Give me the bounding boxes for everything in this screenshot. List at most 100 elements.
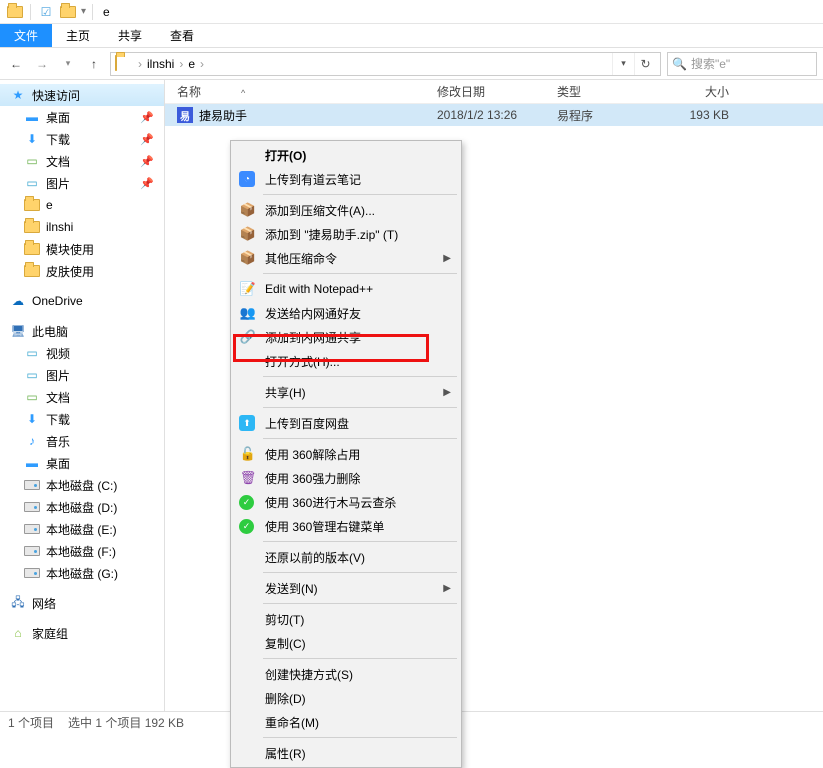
window-title: e — [103, 5, 110, 19]
menu-copy[interactable]: 复制(C) — [233, 631, 459, 655]
back-button[interactable]: ← — [6, 54, 26, 74]
menu-notepad[interactable]: 📝Edit with Notepad++ — [233, 277, 459, 301]
status-selection: 选中 1 个项目 192 KB — [68, 714, 184, 731]
sidebar-documents-2[interactable]: ▭文档 — [0, 386, 164, 408]
menu-shortcut[interactable]: 创建快捷方式(S) — [233, 662, 459, 686]
menu-rename[interactable]: 重命名(M) — [233, 710, 459, 734]
sidebar-downloads-2[interactable]: ⬇下载 — [0, 408, 164, 430]
menu-send-to[interactable]: 发送到(N)▶ — [233, 576, 459, 600]
sidebar-drive-g[interactable]: 本地磁盘 (G:) — [0, 562, 164, 584]
folder-icon[interactable] — [60, 4, 76, 20]
sidebar-drive-e[interactable]: 本地磁盘 (E:) — [0, 518, 164, 540]
sidebar-folder-ilnshi[interactable]: ilnshi — [0, 216, 164, 238]
sidebar-onedrive[interactable]: ☁OneDrive — [0, 290, 164, 312]
sidebar-quick-access[interactable]: ★快速访问 — [0, 84, 164, 106]
col-type[interactable]: 类型 — [545, 83, 655, 100]
file-date-cell: 2018/1/2 13:26 — [425, 108, 545, 122]
menu-360-scan[interactable]: ✓使用 360进行木马云查杀 — [233, 490, 459, 514]
breadcrumb-item[interactable]: ilnshi — [145, 57, 176, 71]
column-headers[interactable]: 名称^ 修改日期 类型 大小 — [165, 80, 823, 104]
breadcrumb-item[interactable]: e — [186, 57, 197, 71]
pin-icon: 📌 — [140, 177, 154, 190]
360-icon: ✓ — [239, 519, 254, 534]
pin-icon: 📌 — [140, 111, 154, 124]
sidebar-pictures-2[interactable]: ▭图片 — [0, 364, 164, 386]
network-icon: 🖧 — [10, 595, 26, 611]
menu-add-archive[interactable]: 📦添加到压缩文件(A)... — [233, 198, 459, 222]
titlebar: ☑ ▾ e — [0, 0, 823, 24]
picture-icon: ▭ — [24, 175, 40, 191]
chevron-right-icon[interactable]: › — [197, 57, 207, 71]
sidebar-folder-e[interactable]: e — [0, 194, 164, 216]
sidebar-drive-c[interactable]: 本地磁盘 (C:) — [0, 474, 164, 496]
qat-properties-icon[interactable]: ☑ — [38, 4, 54, 20]
menu-youdao[interactable]: ◔上传到有道云笔记 — [233, 167, 459, 191]
menu-delete[interactable]: 删除(D) — [233, 686, 459, 710]
sidebar-homegroup[interactable]: ⌂家庭组 — [0, 622, 164, 644]
tab-share[interactable]: 共享 — [104, 24, 156, 47]
folder-icon — [115, 56, 131, 72]
share-icon: 🔗 — [239, 328, 257, 346]
tab-file[interactable]: 文件 — [0, 24, 52, 47]
chevron-right-icon[interactable]: › — [176, 57, 186, 71]
download-icon: ⬇ — [24, 131, 40, 147]
sidebar-folder-mod[interactable]: 模块使用 — [0, 238, 164, 260]
tab-home[interactable]: 主页 — [52, 24, 104, 47]
col-size[interactable]: 大小 — [655, 83, 745, 100]
sidebar-downloads[interactable]: ⬇下载📌 — [0, 128, 164, 150]
col-name[interactable]: 名称^ — [165, 83, 425, 100]
sidebar-videos[interactable]: ▭视频 — [0, 342, 164, 364]
menu-other-compress[interactable]: 📦其他压缩命令▶ — [233, 246, 459, 270]
menu-add-intranet[interactable]: 🔗添加到内网通共享 — [233, 325, 459, 349]
sidebar-documents[interactable]: ▭文档📌 — [0, 150, 164, 172]
search-input[interactable]: 🔍 搜索"e" — [667, 52, 817, 76]
col-date[interactable]: 修改日期 — [425, 83, 545, 100]
menu-360-rmenu[interactable]: ✓使用 360管理右键菜单 — [233, 514, 459, 538]
menu-360-delete[interactable]: 🗑使用 360强力删除 — [233, 466, 459, 490]
file-size-cell: 193 KB — [655, 108, 745, 122]
folder-icon — [24, 263, 40, 279]
file-row[interactable]: 易 捷易助手 2018/1/2 13:26 易程序 193 KB — [165, 104, 823, 126]
notepad-icon: 📝 — [239, 280, 257, 298]
file-name-cell: 易 捷易助手 — [165, 107, 425, 124]
sidebar-pictures[interactable]: ▭图片📌 — [0, 172, 164, 194]
forward-button[interactable]: → — [32, 54, 52, 74]
chevron-right-icon[interactable]: › — [135, 57, 145, 71]
tab-view[interactable]: 查看 — [156, 24, 208, 47]
context-menu: 打开(O) ◔上传到有道云笔记 📦添加到压缩文件(A)... 📦添加到 "捷易助… — [230, 140, 462, 768]
refresh-button[interactable]: ↻ — [634, 53, 656, 75]
menu-add-zip[interactable]: 📦添加到 "捷易助手.zip" (T) — [233, 222, 459, 246]
menu-open[interactable]: 打开(O) — [233, 143, 459, 167]
360-icon: ✓ — [239, 495, 254, 510]
pc-icon: 🖥 — [10, 323, 26, 339]
up-button[interactable]: ↑ — [84, 54, 104, 74]
sidebar-this-pc[interactable]: 🖥此电脑 — [0, 320, 164, 342]
sidebar-network[interactable]: 🖧网络 — [0, 592, 164, 614]
menu-cut[interactable]: 剪切(T) — [233, 607, 459, 631]
desktop-icon: ▬ — [24, 109, 40, 125]
menu-baidu[interactable]: ⬆上传到百度网盘 — [233, 411, 459, 435]
folder-icon — [24, 197, 40, 213]
homegroup-icon: ⌂ — [10, 625, 26, 641]
status-item-count: 1 个项目 — [8, 714, 54, 731]
desktop-icon: ▬ — [24, 455, 40, 471]
sidebar-music[interactable]: ♪音乐 — [0, 430, 164, 452]
sidebar-folder-skin[interactable]: 皮肤使用 — [0, 260, 164, 282]
menu-properties[interactable]: 属性(R) — [233, 741, 459, 765]
menu-360-unlock[interactable]: 🔓使用 360解除占用 — [233, 442, 459, 466]
address-dropdown[interactable]: ▾ — [612, 53, 634, 75]
recent-dropdown[interactable]: ▾ — [58, 54, 78, 74]
menu-share[interactable]: 共享(H)▶ — [233, 380, 459, 404]
sidebar-desktop-2[interactable]: ▬桌面 — [0, 452, 164, 474]
sidebar-drive-d[interactable]: 本地磁盘 (D:) — [0, 496, 164, 518]
menu-send-friend[interactable]: 👥发送给内网通好友 — [233, 301, 459, 325]
menu-open-with[interactable]: 打开方式(H)... — [233, 349, 459, 373]
sidebar-drive-f[interactable]: 本地磁盘 (F:) — [0, 540, 164, 562]
folder-icon — [24, 241, 40, 257]
chevron-right-icon: ▶ — [443, 387, 451, 398]
chevron-right-icon: ▶ — [443, 583, 451, 594]
archive-icon: 📦 — [239, 225, 257, 243]
menu-restore[interactable]: 还原以前的版本(V) — [233, 545, 459, 569]
address-bar[interactable]: › ilnshi › e › ▾ ↻ — [110, 52, 661, 76]
sidebar-desktop[interactable]: ▬桌面📌 — [0, 106, 164, 128]
